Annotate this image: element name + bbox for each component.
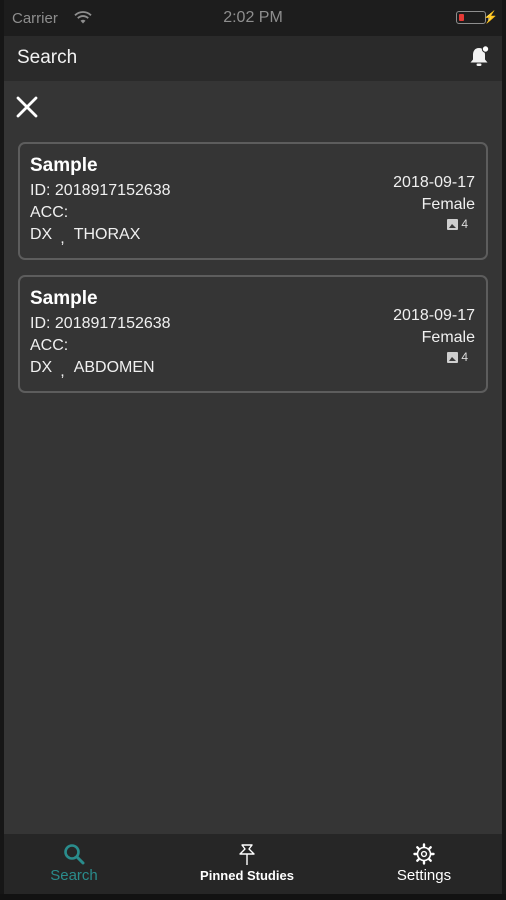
gear-icon [413,843,435,865]
study-description: DX, ABDOMEN [30,359,155,380]
search-icon [64,844,85,865]
tab-label: Settings [396,867,452,884]
patient-gender: Female [421,329,475,346]
pin-icon [239,844,255,865]
modality: DX [30,226,53,243]
tab-search[interactable]: Search [0,834,154,894]
patient-name: Sample [30,288,98,309]
close-icon[interactable] [15,95,39,119]
accession-number: ACC: [30,204,69,221]
tab-pinned-studies[interactable]: Pinned Studies [167,834,327,894]
patient-id: ID: 2018917152638 [30,315,171,332]
study-card[interactable]: Sample ID: 2018917152638 ACC: DX, ABDOMEN… [18,275,488,393]
body-part: ABDOMEN [73,359,155,376]
patient-name: Sample [30,155,98,176]
tab-label: Search [50,867,98,884]
page-title: Search [17,47,78,68]
status-time: 2:02 PM [223,9,283,26]
tab-settings[interactable]: Settings [344,834,504,894]
tab-bar: Search Pinned Studies Settings [4,834,502,894]
bottom-edge [0,894,506,900]
image-count-value: 4 [461,350,468,364]
nav-bar: Search [4,36,502,81]
study-date: 2018-09-17 [393,307,475,324]
study-card[interactable]: Sample ID: 2018917152638 ACC: DX, THORAX … [18,142,488,260]
patient-gender: Female [421,196,475,213]
modality: DX [30,359,53,376]
study-description: DX, THORAX [30,226,141,247]
app-frame: Carrier 2:02 PM ⚡ Search Sample ID: 2018… [0,0,506,900]
image-count: 4 [447,217,468,231]
study-date: 2018-09-17 [393,174,475,191]
status-bar: Carrier 2:02 PM ⚡ [4,0,502,36]
search-results-area: Sample ID: 2018917152638 ACC: DX, THORAX … [4,81,502,834]
image-count-value: 4 [461,217,468,231]
body-part: THORAX [73,226,141,243]
battery-icon [456,11,486,24]
image-icon [447,351,459,363]
image-icon [447,218,459,230]
bell-icon[interactable] [468,45,490,69]
tab-label: Pinned Studies [200,868,294,883]
charging-icon: ⚡ [483,10,498,24]
image-count: 4 [447,350,468,364]
patient-id: ID: 2018917152638 [30,182,171,199]
accession-number: ACC: [30,337,69,354]
